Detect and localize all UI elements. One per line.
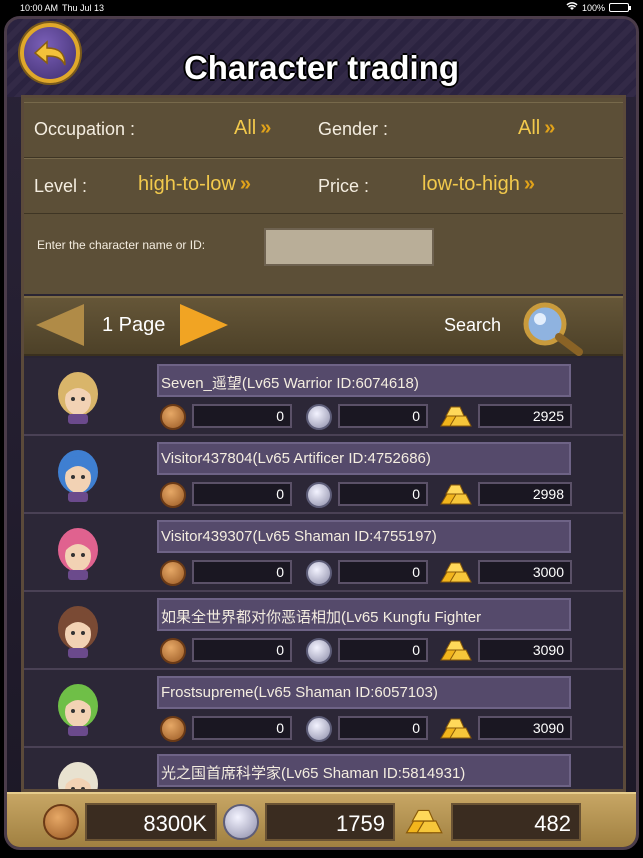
trading-panel: Occupation : All» Gender : All» Level : … <box>21 95 626 792</box>
gold-price: 3090 <box>478 716 572 740</box>
game-window: Character trading Occupation : All» Gend… <box>4 16 639 850</box>
character-name[interactable]: Seven_遥望(Lv65 Warrior ID:6074618) <box>157 364 571 397</box>
level-label: Level : <box>34 176 88 196</box>
page-title: Character trading <box>183 49 460 86</box>
character-row[interactable]: Visitor437804(Lv65 Artificer ID:4752686)… <box>24 436 623 514</box>
silver-coin-icon <box>223 804 259 840</box>
gold-bar-icon <box>440 406 472 427</box>
next-page-button[interactable] <box>180 304 228 346</box>
gold-bar-icon <box>440 562 472 583</box>
status-right: 100% <box>566 2 631 13</box>
gender-value: All <box>518 117 541 139</box>
character-row[interactable]: Seven_遥望(Lv65 Warrior ID:6074618) 0 0 29… <box>24 358 623 436</box>
character-row[interactable]: Frostsupreme(Lv65 Shaman ID:6057103) 0 0… <box>24 670 623 748</box>
silver-price: 0 <box>338 404 428 428</box>
character-name[interactable]: 光之国首席科学家(Lv65 Shaman ID:5814931) <box>157 754 571 787</box>
status-bar: 10:00 AM Thu Jul 13 100% <box>0 0 643 16</box>
prev-page-button[interactable] <box>36 304 84 346</box>
character-name[interactable]: Visitor439307(Lv65 Shaman ID:4755197) <box>157 520 571 553</box>
wallet-gold: 482 <box>451 803 581 841</box>
character-row[interactable]: Visitor439307(Lv65 Shaman ID:4755197) 0 … <box>24 514 623 592</box>
filter-section: Occupation : All» Gender : All» Level : … <box>24 98 623 294</box>
gold-bar-icon <box>440 718 472 739</box>
filter-row-1: Occupation : All» Gender : All» <box>24 102 623 158</box>
character-avatar <box>58 684 98 736</box>
gender-selector[interactable]: All» <box>518 117 555 140</box>
gold-bar-icon <box>440 484 472 505</box>
occupation-label: Occupation : <box>34 119 136 139</box>
chevron-right-icon: » <box>239 173 251 195</box>
bronze-coin-icon <box>160 716 186 742</box>
gender-label: Gender : <box>318 119 389 139</box>
silver-coin-icon <box>306 716 332 742</box>
search-input[interactable] <box>264 228 434 266</box>
silver-coin-icon <box>306 560 332 586</box>
silver-price: 0 <box>338 482 428 506</box>
price-value: low-to-high <box>422 173 520 195</box>
bronze-coin-icon <box>160 560 186 586</box>
gold-bar-icon <box>440 640 472 661</box>
page-label: 1 Page <box>102 314 166 336</box>
silver-price: 0 <box>338 560 428 584</box>
title-bar: Character trading <box>7 19 636 97</box>
price-selector[interactable]: low-to-high» <box>422 173 535 196</box>
level-selector[interactable]: high-to-low» <box>138 173 251 196</box>
battery-percent: 100% <box>581 2 605 13</box>
level-value: high-to-low <box>138 173 236 195</box>
status-time: 10:00 AM <box>20 3 59 13</box>
character-avatar <box>58 528 98 580</box>
bronze-price: 0 <box>192 638 292 662</box>
character-avatar <box>58 372 98 424</box>
bronze-coin-icon <box>160 482 186 508</box>
character-name[interactable]: 如果全世界都对你恶语相加(Lv65 Kungfu Fighter <box>157 598 571 631</box>
bronze-price: 0 <box>192 716 292 740</box>
gold-bar-icon <box>405 809 443 834</box>
bronze-price: 0 <box>192 482 292 506</box>
occupation-value: All <box>234 117 257 139</box>
character-list: Seven_遥望(Lv65 Warrior ID:6074618) 0 0 29… <box>24 358 623 789</box>
search-button-label[interactable]: Search <box>444 315 501 336</box>
gold-price: 2998 <box>478 482 572 506</box>
silver-coin-icon <box>306 482 332 508</box>
filter-row-2: Level : high-to-low» Price : low-to-high… <box>24 158 623 214</box>
battery-icon <box>609 3 631 12</box>
character-avatar <box>58 606 98 658</box>
gold-price: 3090 <box>478 638 572 662</box>
chevron-right-icon: » <box>523 173 535 195</box>
bronze-coin-icon <box>43 804 79 840</box>
wallet-bar: 8300K 1759 482 <box>7 792 636 847</box>
search-icon[interactable] <box>519 300 585 356</box>
pager-bar: 1 Page Search <box>24 296 623 356</box>
status-date: Thu Jul 13 <box>62 3 105 13</box>
bronze-coin-icon <box>160 404 186 430</box>
price-label: Price : <box>318 176 370 196</box>
silver-price: 0 <box>338 638 428 662</box>
wallet-silver: 1759 <box>265 803 395 841</box>
character-name[interactable]: Frostsupreme(Lv65 Shaman ID:6057103) <box>157 676 571 709</box>
occupation-selector[interactable]: All» <box>234 117 271 140</box>
silver-coin-icon <box>306 404 332 430</box>
silver-coin-icon <box>306 638 332 664</box>
chevron-right-icon: » <box>544 117 556 139</box>
bronze-coin-icon <box>160 638 186 664</box>
gold-price: 3000 <box>478 560 572 584</box>
character-avatar <box>58 450 98 502</box>
bronze-price: 0 <box>192 404 292 428</box>
character-row[interactable]: 如果全世界都对你恶语相加(Lv65 Kungfu Fighter 0 0 309… <box>24 592 623 670</box>
character-avatar <box>58 762 98 789</box>
chevron-right-icon: » <box>260 117 272 139</box>
character-name[interactable]: Visitor437804(Lv65 Artificer ID:4752686) <box>157 442 571 475</box>
bronze-price: 0 <box>192 560 292 584</box>
wallet-bronze: 8300K <box>85 803 217 841</box>
wifi-icon <box>566 2 578 13</box>
character-row[interactable]: 光之国首席科学家(Lv65 Shaman ID:5814931) <box>24 748 623 789</box>
gold-price: 2925 <box>478 404 572 428</box>
search-prompt: Enter the character name or ID: <box>37 238 206 252</box>
silver-price: 0 <box>338 716 428 740</box>
